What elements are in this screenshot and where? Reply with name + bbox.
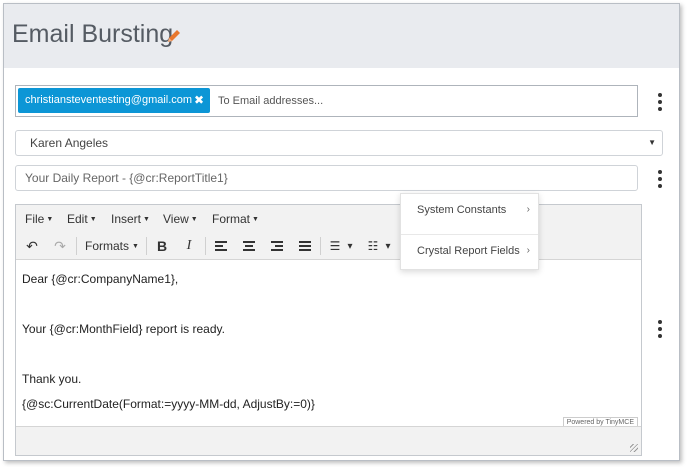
insert-field-menu: System Constants › Crystal Report Fields… [400, 193, 539, 270]
body-more-icon[interactable] [655, 320, 665, 338]
to-recipients-field[interactable]: christiansteventesting@gmail.com ✖ [15, 85, 638, 117]
align-center-icon[interactable] [242, 236, 256, 256]
menu-edit-label: Edit [67, 212, 88, 226]
page-header: Email Bursting [4, 4, 679, 68]
menu-item-crystal-report-fields[interactable]: Crystal Report Fields › [401, 236, 538, 266]
bullet-list-dropdown-icon[interactable]: ▾ [346, 236, 354, 256]
menu-divider [401, 234, 538, 235]
page-title: Email Bursting [12, 20, 174, 48]
undo-icon[interactable]: ↶ [24, 236, 40, 256]
menu-view[interactable]: View ▼ [163, 212, 198, 226]
menu-edit[interactable]: Edit ▼ [67, 212, 97, 226]
chevron-right-icon: › [526, 245, 530, 256]
pencil-icon[interactable] [166, 28, 182, 44]
menu-format-label: Format [212, 212, 251, 226]
editor-content[interactable]: Dear {@cr:CompanyName1}, Your {@cr:Month… [16, 261, 641, 428]
numbered-list-dropdown-icon[interactable]: ▾ [384, 236, 392, 256]
menu-insert[interactable]: Insert ▼ [111, 212, 150, 226]
menu-item-label: System Constants [417, 204, 507, 216]
remove-recipient-icon[interactable]: ✖ [194, 88, 204, 113]
menu-view-label: View [163, 212, 189, 226]
italic-button[interactable]: I [181, 236, 197, 256]
redo-icon[interactable]: ↷ [52, 236, 68, 256]
recipient-email: christiansteventesting@gmail.com [25, 94, 193, 106]
form-area: christiansteventesting@gmail.com ✖ Karen… [4, 68, 679, 460]
recipient-chip[interactable]: christiansteventesting@gmail.com ✖ [18, 88, 210, 113]
to-email-input[interactable] [216, 92, 516, 110]
recipients-more-icon[interactable] [655, 93, 665, 111]
menu-item-label: Crystal Report Fields [417, 245, 520, 257]
menu-item-system-constants[interactable]: System Constants › [401, 195, 538, 225]
subject-input[interactable]: Your Daily Report - {@cr:ReportTitle1} [15, 165, 638, 191]
sender-selected-value: Karen Angeles [30, 136, 109, 150]
subject-more-icon[interactable] [655, 170, 665, 188]
editor-statusbar [16, 426, 641, 455]
align-right-icon[interactable] [270, 236, 284, 256]
rich-text-editor: File ▼ Edit ▼ Insert ▼ View ▼ Format ▼ ↶ ↷ Fo… [15, 204, 642, 456]
align-justify-icon[interactable] [298, 236, 312, 256]
bold-button[interactable]: B [154, 236, 170, 256]
editor-toolbar: ↶ ↷ Formats ▼ B I ☰ ▾ ☷ ▾ [16, 232, 641, 260]
sender-select[interactable]: Karen Angeles ▼ [15, 130, 663, 156]
menu-insert-label: Insert [111, 212, 142, 226]
align-left-icon[interactable] [214, 236, 228, 256]
resize-handle-icon[interactable] [630, 444, 638, 452]
menu-file[interactable]: File ▼ [25, 212, 53, 226]
email-bursting-panel: Email Bursting christiansteventesting@gm… [3, 3, 680, 461]
menu-format[interactable]: Format ▼ [212, 212, 259, 226]
chevron-right-icon: › [526, 204, 530, 215]
body-line: {@sc:CurrentDate(Format:=yyyy-MM-dd, Adj… [22, 397, 315, 411]
body-line: Your {@cr:MonthField} report is ready. [22, 322, 225, 336]
bullet-list-icon[interactable]: ☰ [328, 236, 342, 256]
editor-menubar: File ▼ Edit ▼ Insert ▼ View ▼ Format ▼ [16, 205, 641, 232]
menu-file-label: File [25, 212, 45, 226]
numbered-list-icon[interactable]: ☷ [366, 236, 380, 256]
formats-label: Formats [85, 239, 130, 253]
formats-dropdown[interactable]: Formats ▼ [84, 236, 140, 256]
chevron-down-icon: ▼ [648, 138, 656, 147]
body-line: Dear {@cr:CompanyName1}, [22, 272, 179, 286]
body-line: Thank you. [22, 372, 82, 386]
